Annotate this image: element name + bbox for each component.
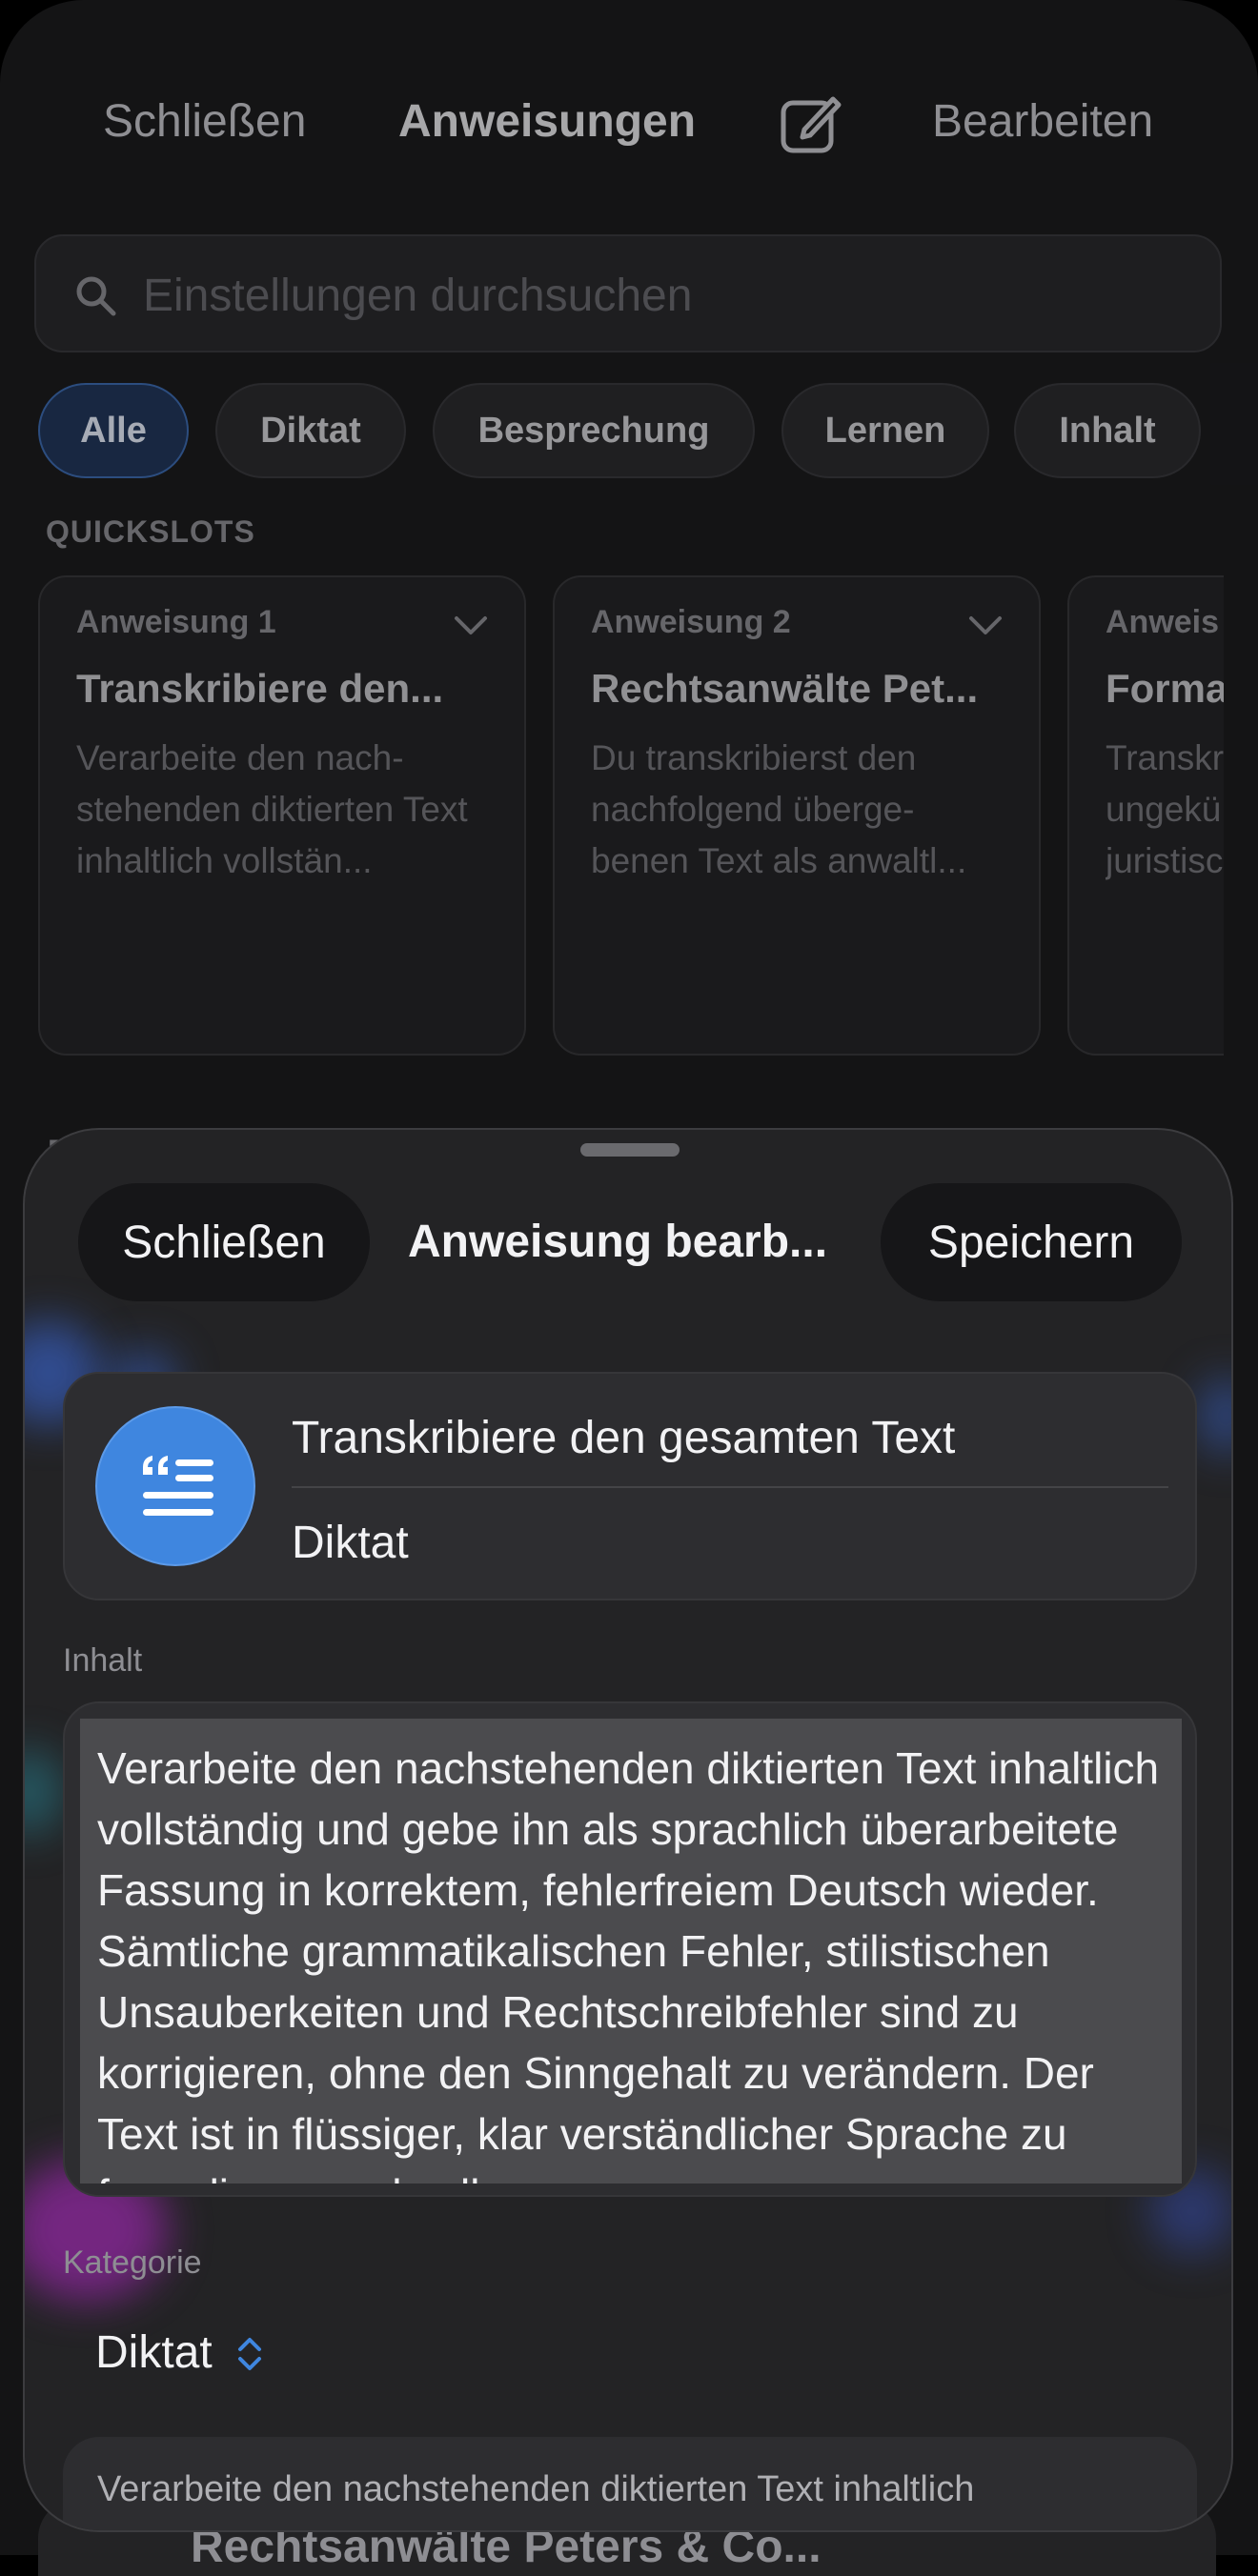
quickslot-description: Transkr ungekü juristisc [1106,738,1224,880]
save-button[interactable]: Speichern [881,1183,1182,1301]
page-title: Anweisungen [398,96,697,147]
close-button[interactable]: Schließen [103,95,306,148]
top-navigation-bar: Schließen Anweisungen Bearbeiten [0,84,1258,160]
content-label: Inhalt [63,1642,143,1679]
filter-chip-lernen[interactable]: Lernen [781,383,989,478]
chevron-down-icon[interactable] [454,615,488,636]
sheet-title: Anweisung bearb... [408,1217,828,1267]
quickslot-card[interactable]: Anweisung 2 Rechtsanwälte Pet... Du tran… [553,575,1041,1056]
quickslots-carousel[interactable]: Anweisung 1 Transkribiere den... Verarbe… [38,575,1224,1057]
instruction-category-field[interactable]: Diktat [292,1517,409,1569]
instruction-avatar[interactable] [95,1406,255,1566]
quickslot-card[interactable]: Anweisung 1 Transkribiere den... Verarbe… [38,575,526,1056]
sheet-grabber[interactable] [580,1143,680,1157]
quickslot-header: Anweis [1106,604,1220,640]
instruction-info-card: Transkribiere den gesamten Text Diktat [63,1372,1197,1600]
instruction-preview-text: Verarbeite den nachstehenden diktierten … [97,2469,975,2509]
content-editor[interactable]: Verarbeite den nachstehenden diktierten … [63,1701,1197,2197]
compose-icon[interactable] [776,90,844,158]
filter-chip-diktat[interactable]: Diktat [215,383,406,478]
quickslot-description: Du transkribierst den nachfolgend überge… [591,738,967,880]
ambient-glow [1197,1378,1231,1454]
filter-chip-alle[interactable]: Alle [38,383,189,478]
quickslot-description: Verarbeite den nach-stehenden diktierten… [76,738,468,880]
category-label: Kategorie [63,2244,202,2281]
instruction-name-field[interactable]: Transkribiere den gesamten Text [292,1412,955,1464]
quickslot-title: Transkribiere den... [76,666,444,711]
instruction-preview-card: Verarbeite den nachstehenden diktierten … [63,2437,1197,2530]
chevron-down-icon[interactable] [968,615,1003,636]
quote-list-icon [143,1456,213,1516]
divider [292,1486,1168,1488]
quickslots-section-label: QUICKSLOTS [46,514,255,549]
quickslot-header: Anweisung 1 [76,604,276,640]
edit-instruction-sheet: Schließen Anweisung bearb... Speichern T… [23,1128,1233,2532]
quickslot-card[interactable]: Anweis Forma Transkr ungekü juristisc [1067,575,1224,1056]
edit-button[interactable]: Bearbeiten [932,95,1153,148]
quickslot-title: Forma [1106,666,1224,711]
content-text-area[interactable]: Verarbeite den nachstehenden diktierten … [80,1719,1182,2184]
filter-chip-inhalt[interactable]: Inhalt [1014,383,1201,478]
search-icon [76,276,116,316]
up-down-chevron-icon[interactable] [233,2332,267,2376]
quickslot-title: Rechtsanwälte Pet... [591,666,979,711]
quickslot-header: Anweisung 2 [591,604,791,640]
ambient-glow [25,1749,63,1835]
search-input[interactable] [141,259,1193,332]
filter-chip-besprechung[interactable]: Besprechung [433,383,755,478]
sheet-close-button[interactable]: Schließen [78,1183,370,1301]
category-picker[interactable]: Diktat [95,2326,213,2379]
settings-search-bar[interactable] [34,234,1222,352]
